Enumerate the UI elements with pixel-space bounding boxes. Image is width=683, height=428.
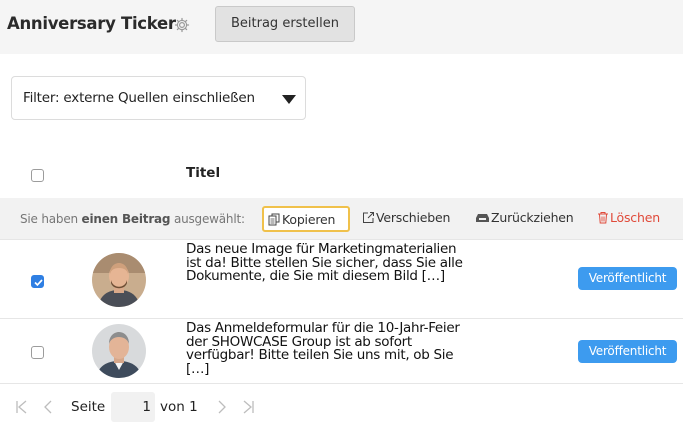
check-icon <box>34 279 43 287</box>
top-bar: Anniversary Ticker Beitrag erstellen <box>0 0 683 54</box>
page-label: Seite <box>71 399 106 415</box>
next-page-icon[interactable] <box>214 399 230 415</box>
source-filter-dropdown[interactable]: Filter: externe Quellen einschließen <box>11 76 306 120</box>
post-title-text[interactable]: Das Anmeldeformular für die 10-Jahr-Feie… <box>186 321 466 376</box>
page-title: Anniversary Ticker <box>7 14 176 33</box>
pagination: Seite von 1 <box>0 392 683 422</box>
row-checkbox[interactable] <box>31 346 44 359</box>
status-badge: Veröffentlicht <box>578 340 677 363</box>
copy-icon <box>268 213 280 226</box>
last-page-icon[interactable] <box>240 399 256 415</box>
external-link-icon <box>363 212 374 223</box>
avatar <box>92 253 146 307</box>
selection-status-text: Sie haben einen Beitrag ausgewählt: <box>20 212 245 226</box>
withdraw-button[interactable]: Zurückziehen <box>475 206 574 232</box>
page-count-label: von 1 <box>160 399 198 415</box>
table-row[interactable]: Das neue Image für Marketingmaterialien … <box>0 241 683 319</box>
copy-button[interactable]: Kopieren <box>262 206 350 232</box>
first-page-icon[interactable] <box>14 399 30 415</box>
column-header-title: Titel <box>186 165 221 181</box>
gear-icon[interactable] <box>174 17 190 33</box>
row-checkbox[interactable] <box>31 275 44 288</box>
select-all-checkbox[interactable] <box>31 169 44 182</box>
create-post-button[interactable]: Beitrag erstellen <box>215 6 355 42</box>
filter-label: Filter: externe Quellen einschließen <box>23 90 255 106</box>
trash-icon <box>598 212 608 224</box>
move-button[interactable]: Verschieben <box>362 206 450 232</box>
page-number-input[interactable] <box>111 392 155 422</box>
inbox-icon <box>476 214 489 222</box>
caret-down-icon <box>282 95 296 104</box>
delete-button[interactable]: Löschen <box>597 206 660 232</box>
post-title-text[interactable]: Das neue Image für Marketingmaterialien … <box>186 242 466 284</box>
table-row[interactable]: Das Anmeldeformular für die 10-Jahr-Feie… <box>0 320 683 384</box>
previous-page-icon[interactable] <box>40 399 56 415</box>
avatar <box>92 324 146 378</box>
status-badge: Veröffentlicht <box>578 267 677 290</box>
selection-action-bar: Sie haben einen Beitrag ausgewählt: Kopi… <box>0 198 683 240</box>
